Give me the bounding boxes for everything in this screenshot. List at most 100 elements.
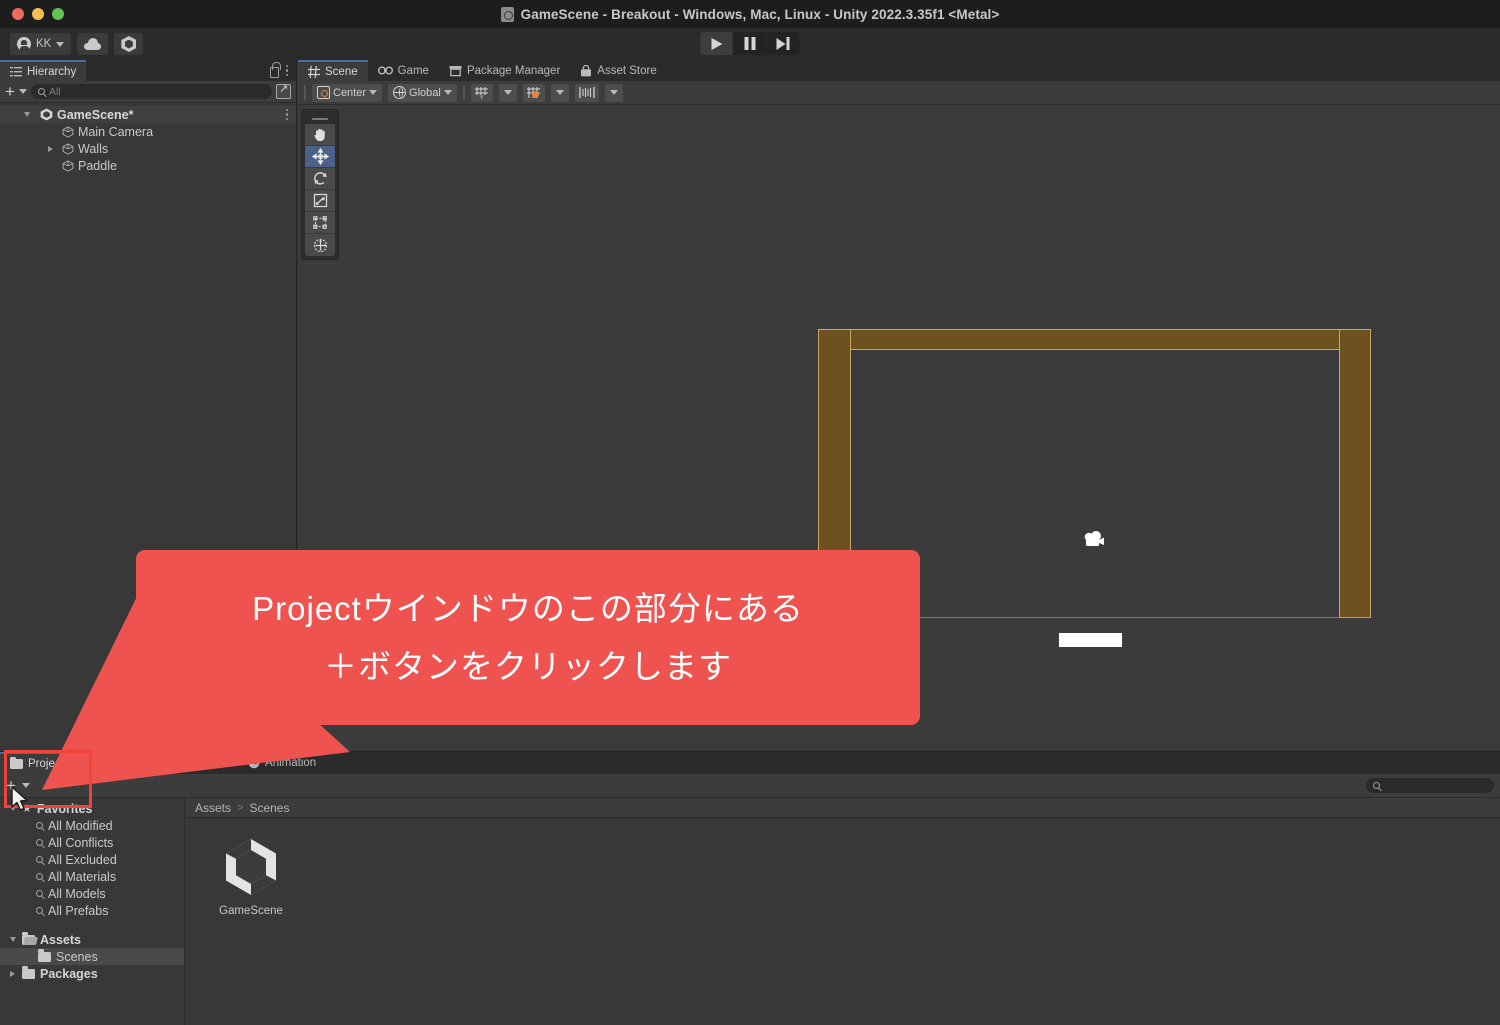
asset-label: GameScene: [219, 905, 283, 917]
tab-animator[interactable]: Animator: [153, 752, 238, 774]
tab-game[interactable]: Game: [368, 60, 439, 81]
tab-asset-store[interactable]: Asset Store: [570, 60, 666, 81]
chevron-down-icon[interactable]: [18, 89, 27, 94]
component-tools-dropdown[interactable]: [604, 83, 623, 102]
hierarchy-row-paddle[interactable]: Paddle: [0, 157, 296, 174]
chevron-down-icon[interactable]: [24, 112, 30, 117]
pivot-mode-dropdown[interactable]: Center: [312, 83, 383, 102]
chevron-down-icon: [369, 90, 378, 95]
hierarchy-row-gamescene[interactable]: GameScene*: [0, 106, 296, 123]
pivot-rotation-label: Global: [409, 86, 441, 99]
project-tree: ★ Favorites All Modified All Conflicts A…: [0, 798, 185, 1025]
toolbar-divider: [304, 85, 306, 100]
project-search-input[interactable]: [1366, 778, 1494, 793]
tab-package-manager-label: Package Manager: [466, 64, 561, 77]
chevron-right-icon[interactable]: [10, 970, 15, 977]
snap-dropdown-button[interactable]: [550, 83, 569, 102]
project-tabrow: Project Console Animator Animation: [0, 752, 1500, 774]
grid-dropdown-button[interactable]: [498, 83, 517, 102]
rect-tool-button[interactable]: [305, 212, 335, 234]
breadcrumb-item-assets[interactable]: Assets: [195, 801, 231, 815]
rotate-icon: [313, 172, 327, 185]
window-title-container: GameScene - Breakout - Windows, Mac, Lin…: [0, 0, 1500, 28]
component-tools-button[interactable]: [574, 83, 599, 102]
project-tree-all-modified[interactable]: All Modified: [0, 817, 184, 834]
project-tree-label: Packages: [40, 966, 98, 981]
gamepad-icon: [377, 66, 393, 75]
scene-grid-icon: [308, 65, 320, 78]
project-tree-label: All Models: [48, 886, 106, 901]
breadcrumb-item-scenes[interactable]: Scenes: [249, 801, 289, 815]
kebab-menu-icon[interactable]: [285, 108, 288, 121]
tab-animation[interactable]: Animation: [238, 752, 326, 774]
cloud-button[interactable]: [77, 33, 109, 55]
gameobject-cube-icon: [62, 159, 74, 172]
search-icon: [36, 822, 43, 829]
lock-icon[interactable]: [269, 61, 281, 78]
kebab-menu-icon[interactable]: [285, 64, 288, 77]
project-tree-packages[interactable]: Packages: [0, 965, 184, 982]
scale-tool-button[interactable]: [305, 190, 335, 212]
pivot-mode-label: Center: [333, 86, 367, 99]
hierarchy-row-walls[interactable]: Walls: [0, 140, 296, 157]
hierarchy-add-button[interactable]: +: [5, 83, 15, 100]
folder-open-icon: [22, 932, 35, 945]
grid-visibility-button[interactable]: Y: [470, 83, 493, 102]
project-tree-label: All Modified: [48, 818, 113, 833]
project-tree-assets[interactable]: Assets: [0, 931, 184, 948]
project-tree-label: Assets: [40, 932, 81, 947]
project-tree-all-conflicts[interactable]: All Conflicts: [0, 834, 184, 851]
chevron-down-icon[interactable]: [10, 937, 16, 942]
move-tool-button[interactable]: [305, 146, 335, 168]
project-tree-scenes[interactable]: Scenes: [0, 948, 184, 965]
globe-icon: [393, 86, 407, 99]
step-button[interactable]: [767, 32, 800, 55]
hierarchy-row-main-camera[interactable]: Main Camera: [0, 123, 296, 140]
folder-icon: [38, 949, 51, 962]
pause-icon: [744, 37, 755, 50]
play-icon: [711, 37, 722, 50]
tab-scene[interactable]: Scene: [298, 60, 368, 81]
scale-icon: [313, 193, 327, 208]
search-icon: [36, 890, 43, 897]
project-tree-label: All Conflicts: [48, 835, 114, 850]
search-icon: [36, 873, 43, 880]
component-tools-icon: [579, 87, 595, 98]
tab-hierarchy-label: Hierarchy: [27, 65, 77, 78]
project-tree-all-materials[interactable]: All Materials: [0, 868, 184, 885]
pivot-rotation-dropdown[interactable]: Global: [388, 83, 457, 102]
palette-drag-handle[interactable]: [305, 113, 335, 124]
chevron-right-icon[interactable]: [48, 145, 53, 152]
tab-hierarchy[interactable]: Hierarchy: [0, 60, 87, 81]
play-button[interactable]: [700, 32, 734, 55]
hierarchy-row-label: GameScene*: [57, 107, 134, 122]
project-tree-all-models[interactable]: All Models: [0, 885, 184, 902]
search-icon: [36, 856, 43, 863]
snap-settings-button[interactable]: [522, 83, 545, 102]
project-content: Assets > Scenes GameScene: [185, 798, 1500, 1025]
tab-package-manager[interactable]: Package Manager: [439, 60, 570, 81]
services-button[interactable]: [114, 33, 144, 55]
paddle-object[interactable]: [1059, 633, 1122, 647]
main-camera-gizmo-icon[interactable]: [1081, 529, 1109, 553]
scene-toolbar: Center Global Y: [298, 81, 1500, 105]
asset-item-gamescene[interactable]: GameScene: [213, 836, 289, 917]
animator-icon: [163, 757, 177, 769]
rotate-tool-button[interactable]: [305, 168, 335, 190]
mouse-cursor-icon: [11, 786, 28, 811]
search-icon: [36, 839, 43, 846]
project-tree-all-prefabs[interactable]: All Prefabs: [0, 902, 184, 919]
pause-button[interactable]: [734, 32, 767, 55]
wall-top[interactable]: [818, 329, 1371, 350]
account-button[interactable]: KK: [10, 33, 72, 55]
hierarchy-search-input[interactable]: All: [30, 84, 272, 99]
project-tree-label: All Materials: [48, 869, 117, 884]
expand-window-icon[interactable]: [276, 82, 291, 99]
scene-file-icon: [500, 6, 514, 22]
chevron-down-icon: [443, 90, 452, 95]
search-icon: [36, 907, 43, 914]
transform-tool-button[interactable]: [305, 234, 335, 256]
project-tree-all-excluded[interactable]: All Excluded: [0, 851, 184, 868]
wall-right[interactable]: [1339, 329, 1371, 618]
hand-tool-button[interactable]: [305, 124, 335, 146]
